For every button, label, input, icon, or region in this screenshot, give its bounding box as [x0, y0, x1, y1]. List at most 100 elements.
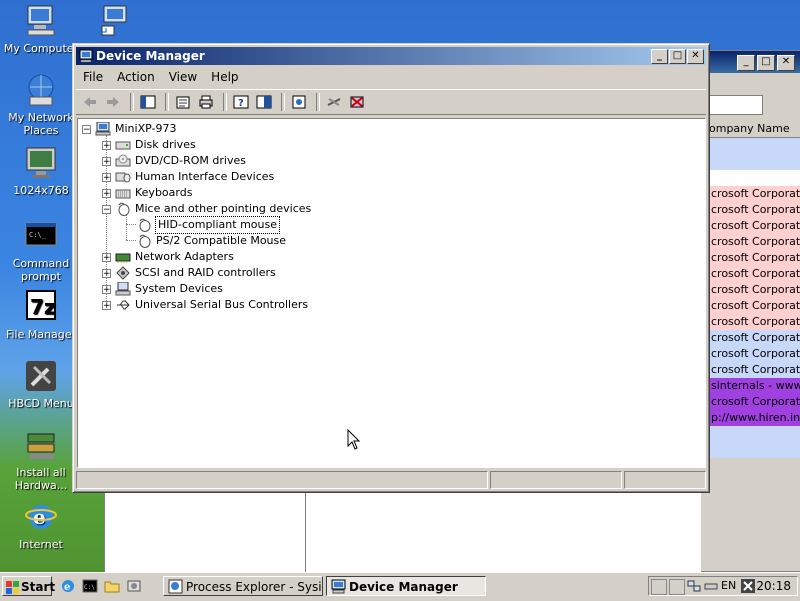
maximize-button[interactable]: □ [757, 55, 775, 71]
minimize-button[interactable]: _ [651, 49, 668, 64]
process-row[interactable]: crosoft Corporation [701, 218, 800, 234]
tree-child-ps2-mouse[interactable]: PS/2 Compatible Mouse [136, 233, 286, 249]
update-driver-icon[interactable] [324, 93, 344, 111]
uninstall-icon[interactable] [347, 93, 367, 111]
taskbar-process-explorer[interactable]: Process Explorer - Sysinte... [163, 576, 323, 596]
menu-view[interactable]: View [162, 67, 204, 87]
svg-text:e: e [33, 505, 46, 529]
process-row[interactable] [701, 442, 800, 458]
expand-icon[interactable]: + [102, 140, 111, 150]
process-row[interactable] [701, 426, 800, 442]
device-manager-titlebar[interactable]: Device Manager _ □ ✕ [76, 47, 706, 65]
tree-root[interactable]: − MiniXP-973 [82, 121, 176, 137]
expand-icon[interactable]: + [102, 172, 111, 182]
device-manager-icon [331, 579, 346, 594]
forward-icon[interactable] [103, 93, 123, 111]
tree-node-disk-drives[interactable]: + Disk drives [102, 137, 196, 153]
start-button[interactable]: Start [2, 576, 55, 596]
expand-icon[interactable]: + [102, 300, 111, 310]
process-row[interactable]: crosoft Corporation [701, 394, 800, 410]
close-button[interactable]: ✕ [777, 55, 795, 71]
process-explorer-window[interactable]: _ □ ✕ ompany Name crosoft Corporationcro… [700, 50, 800, 572]
system-devices-icon [115, 281, 131, 296]
desktop-icon-my-computer[interactable]: My Computer [2, 4, 80, 55]
tray-blank-icon[interactable] [651, 579, 667, 595]
properties-icon[interactable] [173, 93, 193, 111]
taskbar-device-manager[interactable]: Device Manager [326, 576, 486, 596]
desktop-icon-network-places[interactable]: My Network Places [2, 73, 80, 137]
process-list[interactable]: crosoft Corporationcrosoft Corporationcr… [701, 138, 800, 458]
help-icon[interactable]: ? [231, 93, 251, 111]
minimize-button[interactable]: _ [737, 55, 755, 71]
expand-icon[interactable]: + [102, 268, 111, 278]
desktop-icon-resolution[interactable]: 1024x768 [2, 146, 80, 197]
tray-drive-icon[interactable] [704, 579, 718, 593]
quicklaunch-desktop-icon[interactable] [126, 578, 142, 594]
column-header-company-name[interactable]: ompany Name [701, 121, 800, 138]
tree-node-network-adapters[interactable]: + Network Adapters [102, 249, 234, 265]
tree-node-keyboards[interactable]: + Keyboards [102, 185, 192, 201]
language-indicator[interactable]: EN [721, 577, 736, 595]
maximize-button[interactable]: □ [669, 49, 686, 64]
tree-node-dvd-cdrom[interactable]: + DVD/CD-ROM drives [102, 153, 246, 169]
process-row[interactable]: crosoft Corporation [701, 250, 800, 266]
tray-blank-icon[interactable] [669, 579, 685, 595]
process-row[interactable]: p://www.hiren.info [701, 410, 800, 426]
clock[interactable]: 20:18 [756, 577, 791, 595]
menu-file[interactable]: File [76, 67, 110, 87]
collapse-icon[interactable]: − [82, 124, 91, 134]
tree-child-hid-mouse[interactable]: HID-compliant mouse [136, 216, 280, 234]
close-button[interactable]: ✕ [687, 49, 704, 64]
disk-drive-icon [115, 138, 131, 152]
tree-label: System Devices [135, 282, 223, 295]
expand-icon[interactable]: + [102, 156, 111, 166]
process-row[interactable]: crosoft Corporation [701, 298, 800, 314]
tree-node-hid[interactable]: + Human Interface Devices [102, 169, 274, 185]
quicklaunch-cmd-icon[interactable]: C:\ [82, 578, 98, 594]
view-icon[interactable] [254, 93, 274, 111]
collapse-icon[interactable]: − [102, 204, 111, 214]
tray-network-icon[interactable] [687, 579, 701, 593]
process-row[interactable]: crosoft Corporation [701, 234, 800, 250]
device-tree[interactable]: − MiniXP-973 + Disk drives + DVD/CD-ROM … [77, 118, 706, 468]
desktop-icon-install-hardware[interactable]: Install all Hardwa... [2, 428, 80, 492]
device-manager-window[interactable]: Device Manager _ □ ✕ File Action View He… [72, 43, 710, 493]
expand-icon[interactable]: + [102, 284, 111, 294]
desktop-icon-file-manager[interactable]: 7z File Manager [2, 290, 80, 341]
process-row[interactable]: crosoft Corporation [701, 314, 800, 330]
process-row[interactable]: crosoft Corporation [701, 282, 800, 298]
tray-close-icon[interactable] [741, 579, 755, 593]
process-row[interactable]: crosoft Corporation [701, 346, 800, 362]
tree-label: Mice and other pointing devices [135, 202, 312, 215]
show-hide-tree-icon[interactable] [138, 93, 158, 111]
tree-node-scsi[interactable]: + SCSI and RAID controllers [102, 265, 276, 281]
desktop-icon-command-prompt[interactable]: C:\_ Command prompt [2, 219, 80, 283]
desktop-icon-network-connections[interactable] [80, 4, 150, 42]
mouse-icon [115, 202, 131, 216]
refresh-icon[interactable] [289, 93, 309, 111]
cdrom-icon [115, 154, 131, 168]
menu-help[interactable]: Help [204, 67, 245, 87]
quicklaunch-ie-icon[interactable]: e [60, 578, 76, 594]
back-icon[interactable] [80, 93, 100, 111]
process-row[interactable] [701, 154, 800, 170]
desktop-icon-internet[interactable]: e Internet [2, 500, 80, 551]
process-row[interactable]: crosoft Corporation [701, 202, 800, 218]
process-row[interactable] [701, 170, 800, 186]
print-icon[interactable] [196, 93, 216, 111]
tree-node-system-devices[interactable]: + System Devices [102, 281, 223, 297]
process-row[interactable]: crosoft Corporation [701, 330, 800, 346]
process-row[interactable]: crosoft Corporation [701, 186, 800, 202]
tree-node-usb[interactable]: + Universal Serial Bus Controllers [102, 297, 308, 313]
tree-node-mice[interactable]: − Mice and other pointing devices [102, 201, 311, 217]
process-row[interactable] [701, 138, 800, 154]
status-bar [76, 471, 706, 489]
process-row[interactable]: crosoft Corporation [701, 266, 800, 282]
process-row[interactable]: crosoft Corporation [701, 362, 800, 378]
menu-action[interactable]: Action [110, 67, 162, 87]
expand-icon[interactable]: + [102, 188, 111, 198]
desktop-icon-hbcd-menu[interactable]: HBCD Menu [2, 359, 80, 410]
process-row[interactable]: sinternals - www.s [701, 378, 800, 394]
expand-icon[interactable]: + [102, 252, 111, 262]
quicklaunch-explorer-icon[interactable] [104, 578, 120, 594]
